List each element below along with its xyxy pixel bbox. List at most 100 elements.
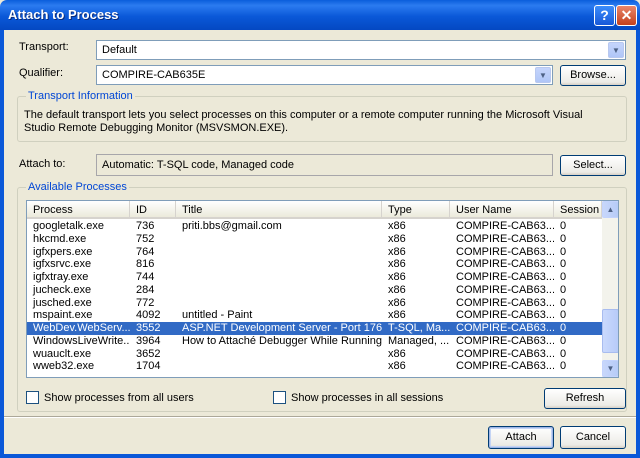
table-cell: 4092 <box>136 309 161 322</box>
table-cell: 0 <box>560 360 567 373</box>
browse-button[interactable]: Browse... <box>560 65 626 86</box>
table-cell: 0 <box>560 322 567 334</box>
table-cell: 0 <box>560 271 567 283</box>
table-cell: 736 <box>136 220 155 232</box>
table-cell: 3652 <box>136 347 161 360</box>
table-cell: x86 <box>388 220 406 232</box>
table-cell: x86 <box>388 232 406 245</box>
table-cell: untitled - Paint <box>182 309 253 322</box>
table-cell: 816 <box>136 258 155 271</box>
table-cell: How to Attaché Debugger While Running ..… <box>182 334 382 347</box>
table-row[interactable]: WindowsLiveWrite... 3964 How to Attaché De… <box>27 335 602 348</box>
table-cell: igfxtray.exe <box>33 271 89 283</box>
help-button[interactable]: ? <box>594 5 615 26</box>
close-button[interactable]: ✕ <box>616 5 637 26</box>
attach-to-value: Automatic: T-SQL code, Managed code <box>96 154 553 176</box>
select-button[interactable]: Select... <box>560 155 626 176</box>
process-rows: googletalk.exe 736 priti.bbs@gmail.com x86 C… <box>27 220 602 373</box>
table-cell: 0 <box>560 232 567 245</box>
scroll-thumb[interactable] <box>602 309 618 353</box>
column-header-id[interactable]: ID <box>130 201 176 218</box>
table-cell: COMPIRE-CAB63... <box>456 334 554 347</box>
dialog-body: Transport: Default ▼ Qualifier: COMPIRE-… <box>4 30 636 454</box>
cancel-button[interactable]: Cancel <box>560 426 626 449</box>
chevron-down-icon[interactable]: ▼ <box>608 42 624 58</box>
show-all-sessions-checkbox[interactable] <box>273 391 286 404</box>
table-cell: COMPIRE-CAB63... <box>456 347 554 360</box>
transport-dropdown[interactable]: Default ▼ <box>96 40 626 60</box>
table-cell: wweb32.exe <box>33 360 95 373</box>
table-row[interactable]: WebDev.WebServ... 3552 ASP.NET Development… <box>27 322 602 335</box>
table-row[interactable]: googletalk.exe 736 priti.bbs@gmail.com x86 C… <box>27 220 602 233</box>
column-header-process[interactable]: Process <box>27 201 130 218</box>
chevron-down-icon[interactable]: ▼ <box>535 67 551 83</box>
column-header-user-name[interactable]: User Name <box>450 201 554 218</box>
table-cell: 764 <box>136 245 155 258</box>
scroll-down-icon[interactable]: ▼ <box>602 360 618 377</box>
table-cell: 772 <box>136 296 155 309</box>
table-cell: hkcmd.exe <box>33 232 87 245</box>
table-row[interactable]: igfxsrvc.exe 816 x86 COMPIRE-CAB63... 0 <box>27 258 602 271</box>
column-header-session[interactable]: Session <box>554 201 602 218</box>
show-all-sessions-label[interactable]: Show processes in all sessions <box>291 392 443 404</box>
table-cell: priti.bbs@gmail.com <box>182 220 282 232</box>
table-cell: COMPIRE-CAB63... <box>456 309 554 322</box>
table-cell: googletalk.exe <box>33 220 104 232</box>
process-list-header: Process ID Title Type User Name Session <box>27 201 602 219</box>
table-cell: x86 <box>388 245 406 258</box>
table-cell: x86 <box>388 258 406 271</box>
scroll-up-icon[interactable]: ▲ <box>602 201 618 218</box>
transport-label: Transport: <box>19 41 69 53</box>
table-cell: x86 <box>388 347 406 360</box>
table-row[interactable]: igfxtray.exe 744 x86 COMPIRE-CAB63... 0 <box>27 271 602 284</box>
vertical-scrollbar[interactable]: ▲ ▼ <box>602 201 618 377</box>
table-cell: igfxpers.exe <box>33 245 93 258</box>
show-all-users-label[interactable]: Show processes from all users <box>44 392 194 404</box>
table-cell: 1704 <box>136 360 161 373</box>
table-cell: 0 <box>560 347 567 360</box>
table-cell: COMPIRE-CAB63... <box>456 360 554 373</box>
table-cell: x86 <box>388 309 406 322</box>
table-row[interactable]: wuauclt.exe 3652 x86 COMPIRE-CAB63... 0 <box>27 348 602 361</box>
table-cell: x86 <box>388 296 406 309</box>
table-cell: 0 <box>560 245 567 258</box>
table-cell: 284 <box>136 283 155 296</box>
table-cell: COMPIRE-CAB63... <box>456 296 554 309</box>
table-cell: jucheck.exe <box>33 283 92 296</box>
transport-info-text: The default transport lets you select pr… <box>24 109 583 134</box>
qualifier-dropdown[interactable]: COMPIRE-CAB635E ▼ <box>96 65 553 85</box>
table-cell: 744 <box>136 271 155 283</box>
table-cell: COMPIRE-CAB63... <box>456 322 554 334</box>
table-cell: COMPIRE-CAB63... <box>456 245 554 258</box>
table-cell: WindowsLiveWrite... <box>33 334 130 347</box>
table-cell: 0 <box>560 334 567 347</box>
table-row[interactable]: wweb32.exe 1704 x86 COMPIRE-CAB63... 0 <box>27 360 602 373</box>
table-cell: 3964 <box>136 334 161 347</box>
table-cell: ASP.NET Development Server - Port 1764 <box>182 322 382 334</box>
table-cell: 0 <box>560 258 567 271</box>
table-row[interactable]: igfxpers.exe 764 x86 COMPIRE-CAB63... 0 <box>27 246 602 259</box>
refresh-button[interactable]: Refresh <box>544 388 626 409</box>
available-processes-title: Available Processes <box>26 181 129 193</box>
attach-button[interactable]: Attach <box>488 426 554 449</box>
table-row[interactable]: jucheck.exe 284 x86 COMPIRE-CAB63... 0 <box>27 284 602 297</box>
table-cell: 0 <box>560 283 567 296</box>
table-cell: WebDev.WebServ... <box>33 322 130 334</box>
table-row[interactable]: hkcmd.exe 752 x86 COMPIRE-CAB63... 0 <box>27 233 602 246</box>
table-cell: COMPIRE-CAB63... <box>456 220 554 232</box>
table-cell: x86 <box>388 360 406 373</box>
column-header-type[interactable]: Type <box>382 201 450 218</box>
transport-info-group: Transport Information The default transp… <box>17 90 627 142</box>
table-cell: mspaint.exe <box>33 309 93 322</box>
qualifier-label: Qualifier: <box>19 67 64 79</box>
table-row[interactable]: mspaint.exe 4092 untitled - Paint x86 COMPIR… <box>27 309 602 322</box>
process-list[interactable]: Process ID Title Type User Name Session … <box>26 200 619 378</box>
transport-info-title: Transport Information <box>26 90 135 102</box>
table-cell: T-SQL, Ma... <box>388 322 450 334</box>
show-all-users-checkbox[interactable] <box>26 391 39 404</box>
table-cell: wuauclt.exe <box>33 347 92 360</box>
title-bar: Attach to Process ? ✕ <box>0 0 640 30</box>
table-row[interactable]: jusched.exe 772 x86 COMPIRE-CAB63... 0 <box>27 297 602 310</box>
window-title: Attach to Process <box>8 7 119 22</box>
column-header-title[interactable]: Title <box>176 201 382 218</box>
